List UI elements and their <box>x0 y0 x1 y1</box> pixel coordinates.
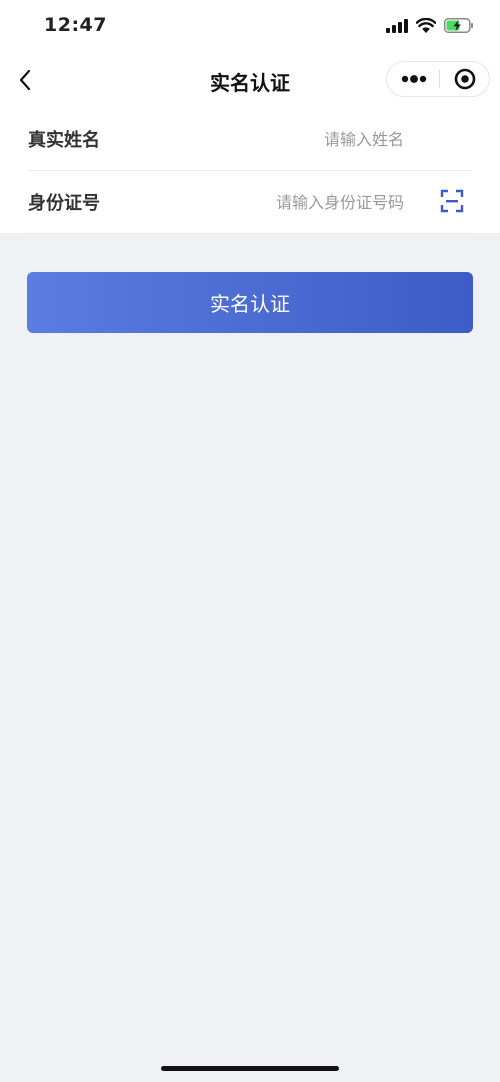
battery-charging-icon <box>444 18 473 33</box>
more-dots-icon <box>401 75 427 83</box>
status-bar: 12:47 <box>0 0 500 52</box>
id-number-label: 身份证号 <box>28 193 100 214</box>
nav-bar: 实名认证 <box>0 52 500 108</box>
wifi-icon <box>416 18 436 33</box>
mini-program-capsule <box>386 61 490 97</box>
verify-button[interactable]: 实名认证 <box>27 272 473 333</box>
verification-form: 真实姓名 身份证号 <box>0 108 500 234</box>
status-time: 12:47 <box>44 14 107 36</box>
id-number-row: 身份证号 <box>28 171 472 234</box>
close-circle-icon <box>454 68 476 90</box>
id-number-input[interactable] <box>148 185 404 219</box>
name-row: 真实姓名 <box>28 108 472 171</box>
more-button[interactable] <box>387 62 439 96</box>
scan-icon[interactable] <box>440 189 464 213</box>
cellular-signal-icon <box>386 18 408 33</box>
name-label: 真实姓名 <box>28 130 100 151</box>
home-indicator <box>161 1066 339 1071</box>
name-input[interactable] <box>188 122 404 156</box>
status-icons <box>386 18 474 33</box>
close-button[interactable] <box>440 62 490 96</box>
